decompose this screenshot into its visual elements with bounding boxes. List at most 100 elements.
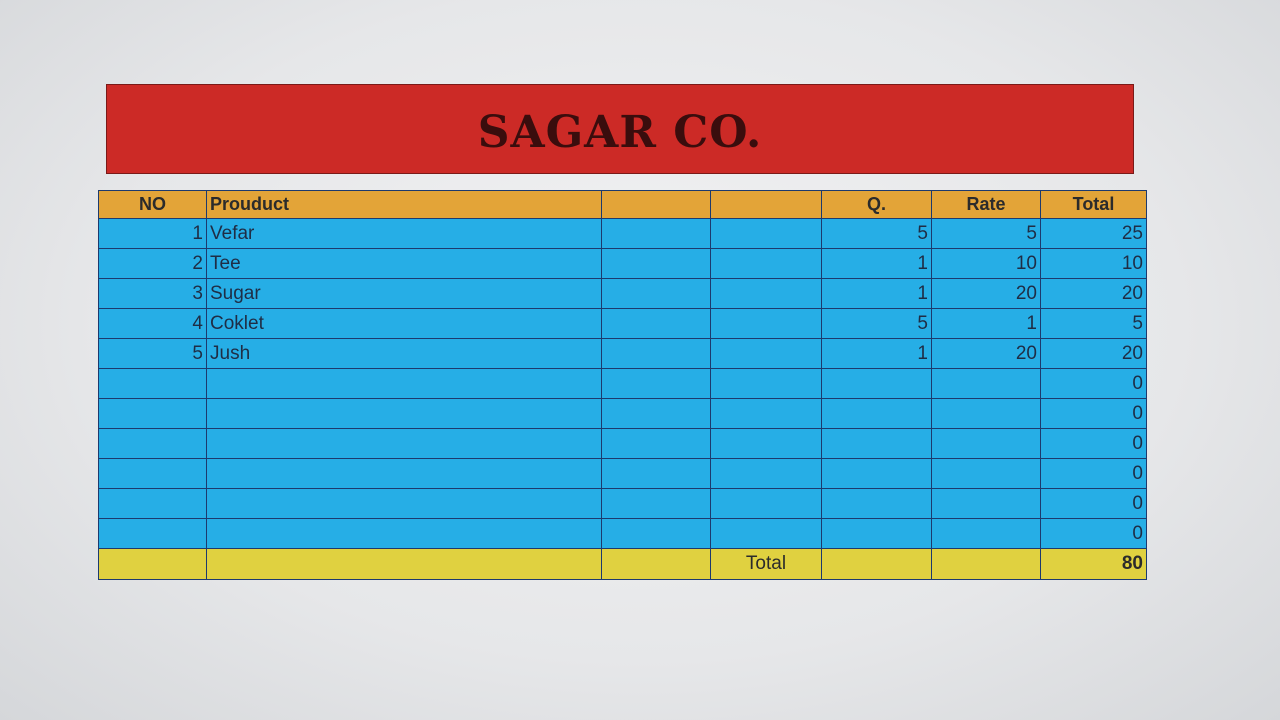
cell-product[interactable] <box>206 398 602 429</box>
header-total[interactable]: Total <box>1040 190 1147 219</box>
cell-rate[interactable]: 20 <box>931 278 1041 309</box>
cell-empty[interactable] <box>601 458 711 489</box>
table-row: 2 Tee 1 10 10 <box>98 248 1147 279</box>
cell-empty[interactable] <box>710 428 822 459</box>
cell-no[interactable] <box>98 518 207 549</box>
header-qty[interactable]: Q. <box>821 190 932 219</box>
footer-cell[interactable] <box>206 548 602 580</box>
cell-no[interactable] <box>98 398 207 429</box>
cell-product[interactable] <box>206 518 602 549</box>
header-rate[interactable]: Rate <box>931 190 1041 219</box>
header-product[interactable]: Prouduct <box>206 190 602 219</box>
cell-total[interactable]: 20 <box>1040 278 1147 309</box>
cell-product[interactable] <box>206 488 602 519</box>
cell-qty[interactable]: 1 <box>821 248 932 279</box>
cell-product[interactable]: Jush <box>206 338 602 369</box>
company-banner[interactable]: SAGAR CO. <box>106 84 1134 174</box>
cell-total[interactable]: 10 <box>1040 248 1147 279</box>
cell-total[interactable]: 0 <box>1040 518 1147 549</box>
cell-no[interactable] <box>98 428 207 459</box>
cell-qty[interactable]: 1 <box>821 278 932 309</box>
cell-qty[interactable] <box>821 398 932 429</box>
cell-no[interactable]: 5 <box>98 338 207 369</box>
footer-cell[interactable] <box>98 548 207 580</box>
cell-product[interactable]: Sugar <box>206 278 602 309</box>
cell-product[interactable]: Vefar <box>206 218 602 249</box>
cell-empty[interactable] <box>601 488 711 519</box>
header-row: NO Prouduct Q. Rate Total <box>98 190 1147 219</box>
cell-empty[interactable] <box>601 368 711 399</box>
footer-cell[interactable] <box>931 548 1041 580</box>
cell-no[interactable]: 4 <box>98 308 207 339</box>
cell-total[interactable]: 0 <box>1040 398 1147 429</box>
cell-qty[interactable] <box>821 368 932 399</box>
cell-no[interactable] <box>98 368 207 399</box>
cell-empty[interactable] <box>710 368 822 399</box>
cell-rate[interactable]: 20 <box>931 338 1041 369</box>
cell-empty[interactable] <box>710 518 822 549</box>
cell-total[interactable]: 25 <box>1040 218 1147 249</box>
cell-product[interactable]: Coklet <box>206 308 602 339</box>
footer-total-label[interactable]: Total <box>710 548 822 580</box>
cell-qty[interactable] <box>821 458 932 489</box>
table-row: 3 Sugar 1 20 20 <box>98 278 1147 309</box>
table-row: 0 <box>98 518 1147 549</box>
cell-empty[interactable] <box>710 218 822 249</box>
cell-total[interactable]: 20 <box>1040 338 1147 369</box>
cell-rate[interactable] <box>931 518 1041 549</box>
cell-product[interactable] <box>206 428 602 459</box>
cell-no[interactable]: 2 <box>98 248 207 279</box>
cell-total[interactable]: 0 <box>1040 428 1147 459</box>
header-blank-1[interactable] <box>601 190 711 219</box>
cell-empty[interactable] <box>601 218 711 249</box>
footer-cell[interactable] <box>821 548 932 580</box>
cell-rate[interactable] <box>931 488 1041 519</box>
cell-no[interactable]: 3 <box>98 278 207 309</box>
cell-empty[interactable] <box>710 308 822 339</box>
cell-total[interactable]: 0 <box>1040 488 1147 519</box>
table-row: 4 Coklet 5 1 5 <box>98 308 1147 339</box>
cell-empty[interactable] <box>601 428 711 459</box>
cell-product[interactable] <box>206 458 602 489</box>
cell-total[interactable]: 0 <box>1040 368 1147 399</box>
spacer-row <box>98 174 1146 190</box>
cell-product[interactable] <box>206 368 602 399</box>
cell-product[interactable]: Tee <box>206 248 602 279</box>
cell-qty[interactable]: 5 <box>821 308 932 339</box>
cell-empty[interactable] <box>710 458 822 489</box>
cell-rate[interactable] <box>931 368 1041 399</box>
footer-cell[interactable] <box>601 548 711 580</box>
cell-empty[interactable] <box>710 488 822 519</box>
header-no[interactable]: NO <box>98 190 207 219</box>
cell-rate[interactable]: 1 <box>931 308 1041 339</box>
cell-no[interactable] <box>98 488 207 519</box>
cell-qty[interactable] <box>821 428 932 459</box>
cell-empty[interactable] <box>710 248 822 279</box>
cell-empty[interactable] <box>601 308 711 339</box>
header-blank-2[interactable] <box>710 190 822 219</box>
cell-rate[interactable]: 10 <box>931 248 1041 279</box>
cell-empty[interactable] <box>601 398 711 429</box>
cell-empty[interactable] <box>601 338 711 369</box>
cell-qty[interactable]: 5 <box>821 218 932 249</box>
grand-total-value[interactable]: 80 <box>1040 548 1147 580</box>
table-row: 0 <box>98 488 1147 519</box>
cell-empty[interactable] <box>601 278 711 309</box>
cell-empty[interactable] <box>601 248 711 279</box>
cell-total[interactable]: 0 <box>1040 458 1147 489</box>
cell-empty[interactable] <box>601 518 711 549</box>
cell-no[interactable]: 1 <box>98 218 207 249</box>
cell-empty[interactable] <box>710 338 822 369</box>
cell-empty[interactable] <box>710 398 822 429</box>
cell-rate[interactable] <box>931 428 1041 459</box>
cell-rate[interactable]: 5 <box>931 218 1041 249</box>
cell-qty[interactable] <box>821 488 932 519</box>
cell-qty[interactable] <box>821 518 932 549</box>
cell-qty[interactable]: 1 <box>821 338 932 369</box>
cell-no[interactable] <box>98 458 207 489</box>
cell-empty[interactable] <box>710 278 822 309</box>
cell-rate[interactable] <box>931 398 1041 429</box>
monitor-screen: SAGAR CO. NO Prouduct Q. Rate Total 1 Ve… <box>0 0 1280 720</box>
cell-rate[interactable] <box>931 458 1041 489</box>
cell-total[interactable]: 5 <box>1040 308 1147 339</box>
